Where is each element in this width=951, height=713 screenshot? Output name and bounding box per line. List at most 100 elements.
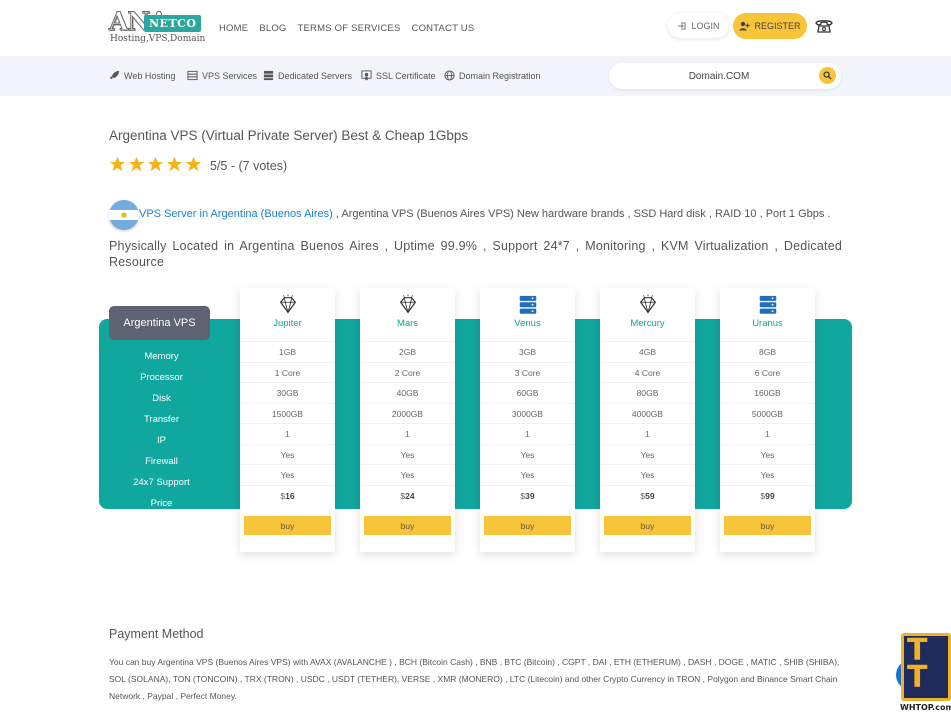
plan-firewall: Yes	[240, 443, 335, 465]
plan-support: Yes	[480, 464, 575, 485]
main-nav: HOME BLOG TERMS OF SERVICES CONTACT US	[219, 23, 485, 34]
plan-support: Yes	[360, 464, 455, 485]
service-label: VPS Services	[202, 70, 258, 81]
login-icon	[678, 22, 686, 29]
plan-name: Jupiter	[273, 318, 302, 329]
star-icon[interactable]	[128, 156, 145, 173]
server-rack-icon	[187, 70, 198, 81]
plan-memory: 8GB	[720, 341, 815, 362]
server-icon	[519, 295, 537, 314]
plan-price-value: 39	[525, 490, 535, 501]
service-label: Domain Registration	[459, 70, 541, 81]
plan-support: Yes	[720, 464, 815, 485]
nav-terms[interactable]: TERMS OF SERVICES	[298, 23, 401, 34]
login-label: LOGIN	[691, 20, 720, 31]
plan-price: $59	[600, 484, 695, 506]
feature-label-memory: Memory	[144, 351, 179, 362]
plan-disk: 60GB	[480, 382, 575, 403]
plan-price-value: 99	[765, 490, 775, 501]
plan-name: Mars	[396, 318, 419, 329]
feature-label-firewall: Firewall	[145, 456, 178, 467]
whtop-watermark[interactable]: T T WHTOP.com	[896, 633, 951, 713]
diamond-icon	[639, 294, 657, 314]
nav-contact[interactable]: CONTACT US	[412, 23, 475, 34]
star-rating[interactable]	[109, 156, 202, 173]
plan-disk: 160GB	[720, 382, 815, 403]
buy-button[interactable]: buy	[484, 516, 571, 535]
plan-price-value: 59	[645, 490, 655, 501]
plan-ip: 1	[360, 423, 455, 444]
feature-label-price: Price	[150, 498, 173, 509]
feature-label-disk: Disk	[152, 393, 171, 404]
plan-disk: 30GB	[240, 382, 335, 403]
login-button[interactable]: LOGIN	[668, 13, 729, 38]
intro-line: VPS Server in Argentina (Buenos Aires) ,…	[139, 208, 831, 220]
globe-icon	[444, 70, 455, 81]
plan-price: $16	[240, 484, 335, 506]
service-domain[interactable]: Domain Registration	[444, 70, 541, 81]
plan-name: Mercury	[630, 318, 665, 329]
rocket-icon	[109, 70, 120, 80]
plan-transfer: 4000GB	[600, 402, 695, 424]
logo-subtitle: Hosting,VPS,Domain	[110, 34, 206, 44]
service-label: SSL Certificate	[376, 70, 436, 81]
service-label: Dedicated Servers	[278, 70, 353, 81]
plan-firewall: Yes	[720, 443, 815, 465]
plan-card-mercury: Mercury 4GB 4 Core 80GB 4000GB 1 Yes Yes…	[600, 288, 695, 552]
diamond-icon	[279, 294, 297, 314]
star-icon[interactable]	[166, 156, 183, 173]
argentina-flag-icon	[109, 200, 139, 230]
star-icon[interactable]	[147, 156, 164, 173]
pricing-heading: Argentina VPS	[109, 306, 210, 340]
buy-button[interactable]: buy	[604, 516, 691, 535]
plan-name: Uranus	[752, 318, 783, 329]
star-icon[interactable]	[185, 156, 202, 173]
plan-price-value: 24	[405, 490, 415, 501]
nav-blog[interactable]: BLOG	[259, 23, 286, 34]
plan-firewall: Yes	[360, 443, 455, 465]
plan-card-mars: Mars 2GB 2 Core 40GB 2000GB 1 Yes Yes $2…	[360, 288, 455, 552]
plan-price: $24	[360, 484, 455, 506]
plan-memory: 1GB	[240, 341, 335, 362]
register-button[interactable]: REGISTER	[733, 13, 807, 39]
vps-location-link[interactable]: VPS Server in Argentina (Buenos Aires)	[139, 208, 333, 220]
plan-processor: 2 Core	[360, 361, 455, 383]
rating-summary: 5/5 - (7 votes)	[210, 159, 288, 173]
domain-search-input[interactable]	[619, 63, 819, 89]
nav-home[interactable]: HOME	[219, 23, 248, 34]
plan-card-uranus: Uranus 8GB 6 Core 160GB 5000GB 1 Yes Yes…	[720, 288, 815, 552]
buy-button[interactable]: buy	[364, 516, 451, 535]
register-label: REGISTER	[754, 21, 801, 31]
plan-specs: 1GB 1 Core 30GB 1500GB 1 Yes Yes $16	[240, 341, 335, 505]
plan-ip: 1	[480, 423, 575, 444]
plan-ip: 1	[720, 423, 815, 444]
domain-search	[609, 63, 841, 89]
plan-disk: 40GB	[360, 382, 455, 403]
plan-name: Venus	[514, 318, 541, 329]
plan-support: Yes	[240, 464, 335, 485]
search-icon	[823, 71, 832, 80]
plan-transfer: 2000GB	[360, 402, 455, 424]
domain-search-button[interactable]	[819, 67, 836, 84]
service-dedicated[interactable]: Dedicated Servers	[263, 70, 352, 81]
service-ssl[interactable]: SSL Certificate	[361, 70, 436, 81]
plan-memory: 3GB	[480, 341, 575, 362]
plan-disk: 80GB	[600, 382, 695, 403]
site-logo[interactable]: ANA NETCO Hosting,VPS,Domain	[108, 7, 206, 47]
star-icon[interactable]	[109, 156, 126, 173]
plan-specs: 3GB 3 Core 60GB 3000GB 1 Yes Yes $39	[480, 341, 575, 505]
payment-title: Payment Method	[109, 627, 204, 641]
plan-firewall: Yes	[600, 443, 695, 465]
feature-label-support: 24x7 Support	[133, 477, 190, 488]
service-vps[interactable]: VPS Services	[187, 70, 257, 81]
server-stack-icon	[263, 70, 274, 81]
buy-button[interactable]: buy	[244, 516, 331, 535]
plan-specs: 4GB 4 Core 80GB 4000GB 1 Yes Yes $59	[600, 341, 695, 505]
service-web-hosting[interactable]: Web Hosting	[109, 70, 175, 81]
plan-transfer: 1500GB	[240, 402, 335, 424]
plan-card-venus: Venus 3GB 3 Core 60GB 3000GB 1 Yes Yes $…	[480, 288, 575, 552]
buy-button[interactable]: buy	[724, 516, 811, 535]
phone-icon[interactable]	[814, 16, 834, 36]
plan-processor: 1 Core	[240, 361, 335, 383]
plan-specs: 8GB 6 Core 160GB 5000GB 1 Yes Yes $99	[720, 341, 815, 505]
